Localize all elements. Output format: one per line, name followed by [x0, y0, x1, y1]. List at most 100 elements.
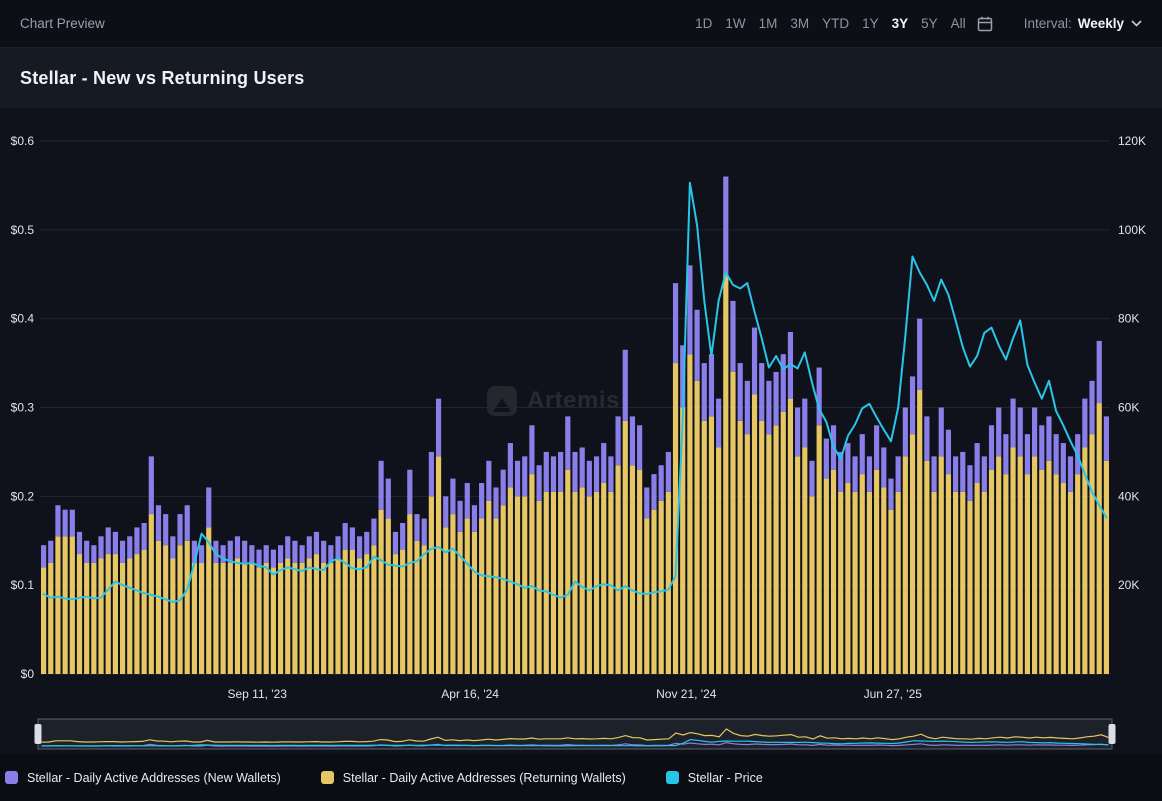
bar-new[interactable]: [946, 430, 951, 474]
bar-new[interactable]: [70, 510, 75, 537]
bar-new[interactable]: [335, 536, 340, 558]
bar-new[interactable]: [486, 461, 491, 501]
bar-returning[interactable]: [185, 541, 190, 674]
bar-new[interactable]: [623, 350, 628, 421]
bar-new[interactable]: [766, 381, 771, 434]
bar-new[interactable]: [364, 532, 369, 554]
bar-new[interactable]: [149, 456, 154, 514]
bar-returning[interactable]: [134, 554, 139, 674]
bar-new[interactable]: [1010, 399, 1015, 448]
bar-new[interactable]: [795, 408, 800, 457]
bar-new[interactable]: [881, 447, 886, 487]
bar-new[interactable]: [903, 408, 908, 457]
bar-new[interactable]: [472, 505, 477, 532]
navigator-chart[interactable]: [0, 714, 1162, 754]
bar-new[interactable]: [55, 505, 60, 536]
range-all[interactable]: All: [951, 16, 966, 31]
bar-new[interactable]: [781, 354, 786, 412]
bar-new[interactable]: [1097, 341, 1102, 403]
bar-returning[interactable]: [939, 456, 944, 674]
bar-returning[interactable]: [127, 559, 132, 674]
bar-returning[interactable]: [285, 559, 290, 674]
bar-returning[interactable]: [637, 470, 642, 674]
bar-returning[interactable]: [967, 501, 972, 674]
bar-new[interactable]: [1003, 434, 1008, 474]
bar-new[interactable]: [134, 527, 139, 554]
bar-returning[interactable]: [738, 421, 743, 674]
bar-returning[interactable]: [752, 394, 757, 674]
bar-new[interactable]: [493, 487, 498, 518]
bar-returning[interactable]: [587, 496, 592, 674]
bar-returning[interactable]: [177, 545, 182, 674]
bar-returning[interactable]: [407, 514, 412, 674]
bar-returning[interactable]: [537, 501, 542, 674]
bar-new[interactable]: [41, 545, 46, 567]
bar-new[interactable]: [558, 452, 563, 492]
bar-new[interactable]: [156, 505, 161, 541]
bar-returning[interactable]: [192, 563, 197, 674]
bar-returning[interactable]: [1097, 403, 1102, 674]
bar-new[interactable]: [206, 487, 211, 527]
range-ytd[interactable]: YTD: [822, 16, 849, 31]
bar-new[interactable]: [357, 536, 362, 558]
bar-returning[interactable]: [522, 496, 527, 674]
bar-new[interactable]: [343, 523, 348, 550]
bar-new[interactable]: [1046, 416, 1051, 460]
bar-new[interactable]: [752, 328, 757, 395]
bar-new[interactable]: [379, 461, 384, 510]
bar-returning[interactable]: [845, 483, 850, 674]
bar-new[interactable]: [551, 456, 556, 492]
bar-returning[interactable]: [450, 514, 455, 674]
bar-returning[interactable]: [824, 479, 829, 674]
bar-returning[interactable]: [1003, 474, 1008, 674]
bar-new[interactable]: [1025, 434, 1030, 474]
bar-new[interactable]: [659, 465, 664, 501]
bar-new[interactable]: [615, 416, 620, 465]
bar-new[interactable]: [975, 443, 980, 483]
bar-returning[interactable]: [228, 563, 233, 674]
bar-returning[interactable]: [852, 492, 857, 674]
bar-returning[interactable]: [335, 559, 340, 674]
bar-new[interactable]: [601, 443, 606, 483]
bar-new[interactable]: [163, 514, 168, 545]
bar-returning[interactable]: [472, 532, 477, 674]
bar-new[interactable]: [745, 381, 750, 434]
bar-new[interactable]: [723, 177, 728, 275]
bar-returning[interactable]: [142, 550, 147, 674]
bar-returning[interactable]: [781, 412, 786, 674]
bar-new[interactable]: [580, 447, 585, 487]
bar-new[interactable]: [982, 456, 987, 492]
bar-returning[interactable]: [917, 390, 922, 674]
bar-new[interactable]: [292, 541, 297, 563]
bar-returning[interactable]: [278, 563, 283, 674]
bar-returning[interactable]: [773, 425, 778, 674]
bar-new[interactable]: [1061, 443, 1066, 483]
bar-new[interactable]: [185, 505, 190, 541]
bar-returning[interactable]: [242, 563, 247, 674]
bar-new[interactable]: [608, 456, 613, 492]
bar-returning[interactable]: [659, 501, 664, 674]
bar-new[interactable]: [314, 532, 319, 554]
bar-returning[interactable]: [565, 470, 570, 674]
bar-new[interactable]: [371, 519, 376, 546]
bar-returning[interactable]: [666, 492, 671, 674]
bar-returning[interactable]: [960, 492, 965, 674]
bar-returning[interactable]: [364, 554, 369, 674]
navigator-handle-left[interactable]: [35, 724, 42, 744]
bar-returning[interactable]: [881, 487, 886, 674]
bar-new[interactable]: [400, 523, 405, 550]
bar-new[interactable]: [666, 452, 671, 492]
bar-new[interactable]: [896, 456, 901, 492]
bar-returning[interactable]: [903, 456, 908, 674]
bar-returning[interactable]: [1054, 474, 1059, 674]
bar-returning[interactable]: [379, 510, 384, 674]
bar-new[interactable]: [264, 545, 269, 563]
bar-new[interactable]: [773, 372, 778, 425]
bar-returning[interactable]: [63, 536, 68, 674]
range-1d[interactable]: 1D: [695, 16, 712, 31]
bar-returning[interactable]: [1025, 474, 1030, 674]
bar-new[interactable]: [960, 452, 965, 492]
bars[interactable]: [41, 177, 1109, 674]
bar-new[interactable]: [48, 541, 53, 563]
bar-returning[interactable]: [529, 474, 534, 674]
